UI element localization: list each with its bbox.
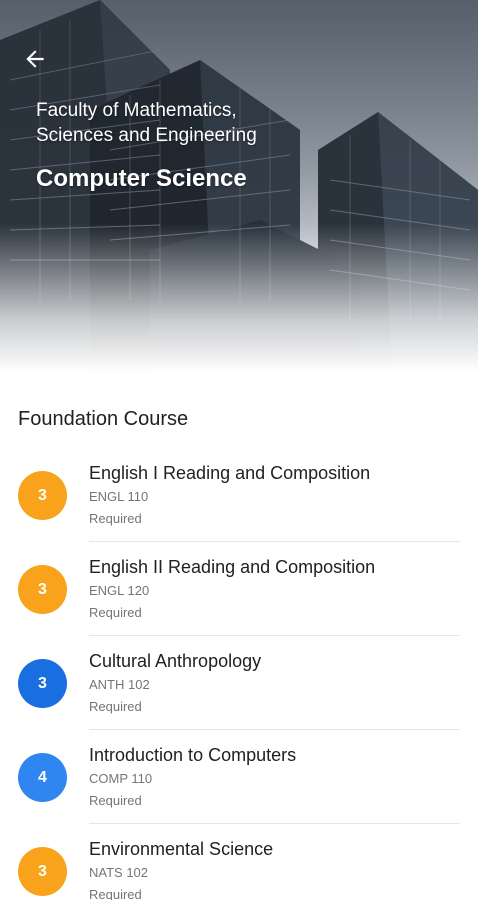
course-code: ANTH 102 [89,677,150,692]
course-name: Cultural Anthropology [89,651,262,671]
course-code: COMP 110 [89,771,153,786]
back-button[interactable] [18,42,52,76]
course-status: Required [89,793,142,808]
screen: Faculty of Mathematics, Sciences and Eng… [0,0,478,900]
course-name: Introduction to Computers [89,745,297,765]
faculty-name: Faculty of Mathematics, Sciences and Eng… [36,98,336,148]
course-item[interactable]: 3 English II Reading and Composition ENG… [0,542,478,636]
course-status: Required [89,887,142,900]
credit-badge: 3 [18,565,67,614]
credit-badge: 3 [18,471,67,520]
course-item[interactable]: 4 Introduction to Computers COMP 110 Req… [0,730,478,824]
course-item[interactable]: 3 Environmental Science NATS 102 Require… [0,824,478,900]
course-status: Required [89,699,142,714]
course-name: Environmental Science [89,839,274,859]
header-image: Faculty of Mathematics, Sciences and Eng… [0,0,478,372]
credit-badge: 4 [18,753,67,802]
faculty-line-1: Faculty of Mathematics, [36,100,237,121]
section-title: Foundation Course [18,408,189,430]
course-code: ENGL 120 [89,583,150,598]
course-name: English II Reading and Composition [89,557,376,577]
course-status: Required [89,605,142,620]
course-code: NATS 102 [89,865,149,880]
credit-badge: 3 [18,847,67,896]
program-title: Computer Science [36,165,247,192]
credit-badge: 3 [18,659,67,708]
course-name: English I Reading and Composition [89,463,371,483]
course-status: Required [89,511,142,526]
course-list: 3 English I Reading and Composition ENGL… [0,448,478,900]
faculty-line-2: Sciences and Engineering [36,125,257,146]
course-item[interactable]: 3 English I Reading and Composition ENGL… [0,448,478,542]
course-item[interactable]: 3 Cultural Anthropology ANTH 102 Require… [0,636,478,730]
arrow-left-icon [26,50,44,68]
course-code: ENGL 110 [89,489,149,504]
